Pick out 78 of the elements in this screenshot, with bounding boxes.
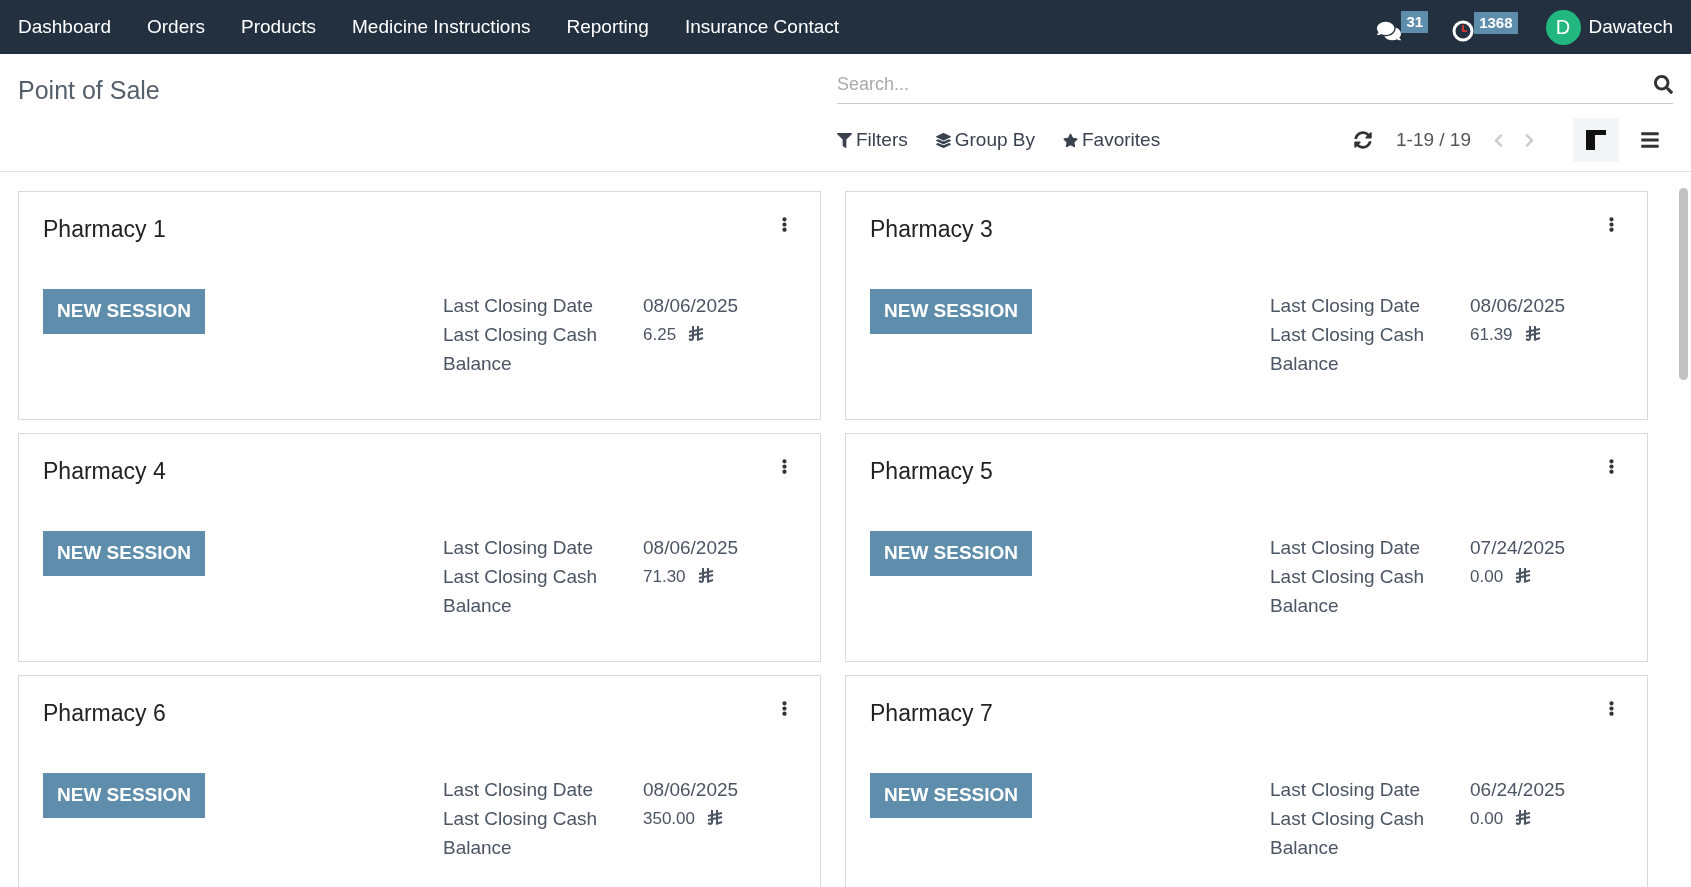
field-label: Balance — [443, 593, 513, 618]
list-icon — [1640, 130, 1660, 150]
field-label: Last Closing Date — [443, 293, 594, 318]
card-title: Pharmacy 6 — [43, 699, 166, 728]
messages-button[interactable]: 31 — [1377, 11, 1429, 43]
field-value: 08/06/2025 — [643, 293, 739, 318]
field-label: Balance — [443, 835, 513, 860]
field-value: 71.30 — [643, 565, 686, 588]
count-badge: 31 — [1401, 11, 1429, 33]
filter-dropdown[interactable]: Group By — [935, 125, 1035, 155]
field-label: Last Closing Date — [443, 777, 594, 802]
field-value: 07/24/2025 — [1470, 535, 1566, 560]
field-label: Last Closing Cash — [443, 564, 599, 589]
activities-button[interactable]: 1368 — [1452, 12, 1518, 42]
currency-icon — [688, 325, 705, 343]
new-session-button[interactable]: NEW SESSION — [870, 530, 1033, 576]
field-label: Last Closing Date — [1270, 293, 1421, 318]
field-label: Last Closing Cash — [443, 806, 599, 831]
field-label: Last Closing Cash — [443, 322, 599, 347]
field-label: Last Closing Cash — [1270, 806, 1426, 831]
field-label: Balance — [443, 351, 513, 376]
user-menu[interactable]: D Dawatech — [1545, 9, 1673, 45]
chat-icon — [1377, 19, 1402, 43]
page-title: Point of Sale — [18, 76, 160, 104]
count-badge: 1368 — [1474, 12, 1518, 34]
search-icon — [1654, 75, 1673, 94]
user-name: Dawatech — [1588, 14, 1673, 39]
currency-icon — [707, 809, 723, 827]
field-label: Last Closing Date — [1270, 777, 1421, 802]
search-field[interactable]: Search... — [837, 71, 1654, 98]
field-label: Balance — [1270, 593, 1340, 618]
menu-item[interactable]: Insurance Contact — [684, 12, 840, 42]
field-label: Last Closing Date — [1270, 535, 1421, 560]
field-value: 61.39 — [1470, 323, 1513, 346]
menu-item[interactable]: Dashboard — [18, 12, 111, 42]
menu-item[interactable]: Products — [241, 12, 316, 42]
view-switch-button[interactable] — [1573, 118, 1619, 162]
menu-item[interactable]: Medicine Instructions — [352, 12, 531, 42]
user-avatar: D — [1545, 9, 1581, 45]
field-value: 6.25 — [643, 323, 677, 346]
field-value: 350.00 — [643, 807, 695, 830]
field-label: Balance — [1270, 351, 1340, 376]
refresh-button[interactable] — [1354, 131, 1372, 149]
filter-dropdown[interactable]: Filters — [837, 125, 908, 155]
card-title: Pharmacy 1 — [43, 215, 166, 244]
refresh-icon — [1354, 131, 1372, 149]
kanban-icon — [1586, 130, 1606, 150]
pager-value: 1-19 / 19 — [1396, 127, 1471, 152]
new-session-button[interactable]: NEW SESSION — [43, 530, 206, 576]
menu-item[interactable]: Reporting — [566, 12, 649, 42]
currency-icon — [1524, 325, 1541, 343]
filter-icon — [837, 132, 852, 148]
field-value: 0.00 — [1470, 807, 1504, 830]
new-session-button[interactable]: NEW SESSION — [870, 772, 1033, 818]
field-value: 06/24/2025 — [1470, 777, 1566, 802]
card-title: Pharmacy 5 — [870, 457, 993, 486]
layers-icon — [935, 132, 951, 148]
card-title: Pharmacy 7 — [870, 699, 993, 728]
currency-icon — [1515, 567, 1532, 585]
new-session-button[interactable]: NEW SESSION — [43, 288, 206, 334]
currency-icon — [1515, 809, 1532, 827]
field-value: 0.00 — [1470, 565, 1504, 588]
clock-icon — [1452, 20, 1475, 42]
field-value: 08/06/2025 — [643, 777, 739, 802]
field-value: 08/06/2025 — [1470, 293, 1566, 318]
card-title: Pharmacy 3 — [870, 215, 993, 244]
card-title: Pharmacy 4 — [43, 457, 166, 486]
field-label: Balance — [1270, 835, 1340, 860]
menu-item[interactable]: Orders — [146, 12, 206, 42]
currency-icon — [697, 567, 714, 585]
field-label: Last Closing Date — [443, 535, 594, 560]
field-label: Last Closing Cash — [1270, 322, 1426, 347]
new-session-button[interactable]: NEW SESSION — [870, 288, 1033, 334]
star-icon — [1063, 132, 1078, 148]
field-label: Last Closing Cash — [1270, 564, 1426, 589]
field-value: 08/06/2025 — [643, 535, 739, 560]
filter-dropdown[interactable]: Favorites — [1063, 125, 1161, 155]
new-session-button[interactable]: NEW SESSION — [43, 772, 206, 818]
